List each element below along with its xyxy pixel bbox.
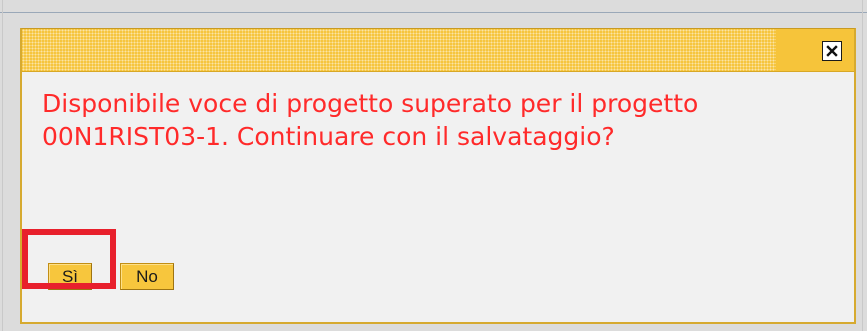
dialog-titlebar[interactable] [22,29,854,72]
background-column-line [862,0,863,331]
no-button[interactable]: No [120,263,174,290]
titlebar-solid-area [776,29,854,71]
close-button[interactable] [822,41,842,61]
background-divider [0,12,867,13]
yes-button[interactable]: Sì [48,263,92,290]
dialog-message: Disponibile voce di progetto superato pe… [42,89,699,151]
background-column-line [2,0,3,331]
close-icon [826,45,838,57]
confirm-dialog: Disponibile voce di progetto superato pe… [20,28,856,324]
